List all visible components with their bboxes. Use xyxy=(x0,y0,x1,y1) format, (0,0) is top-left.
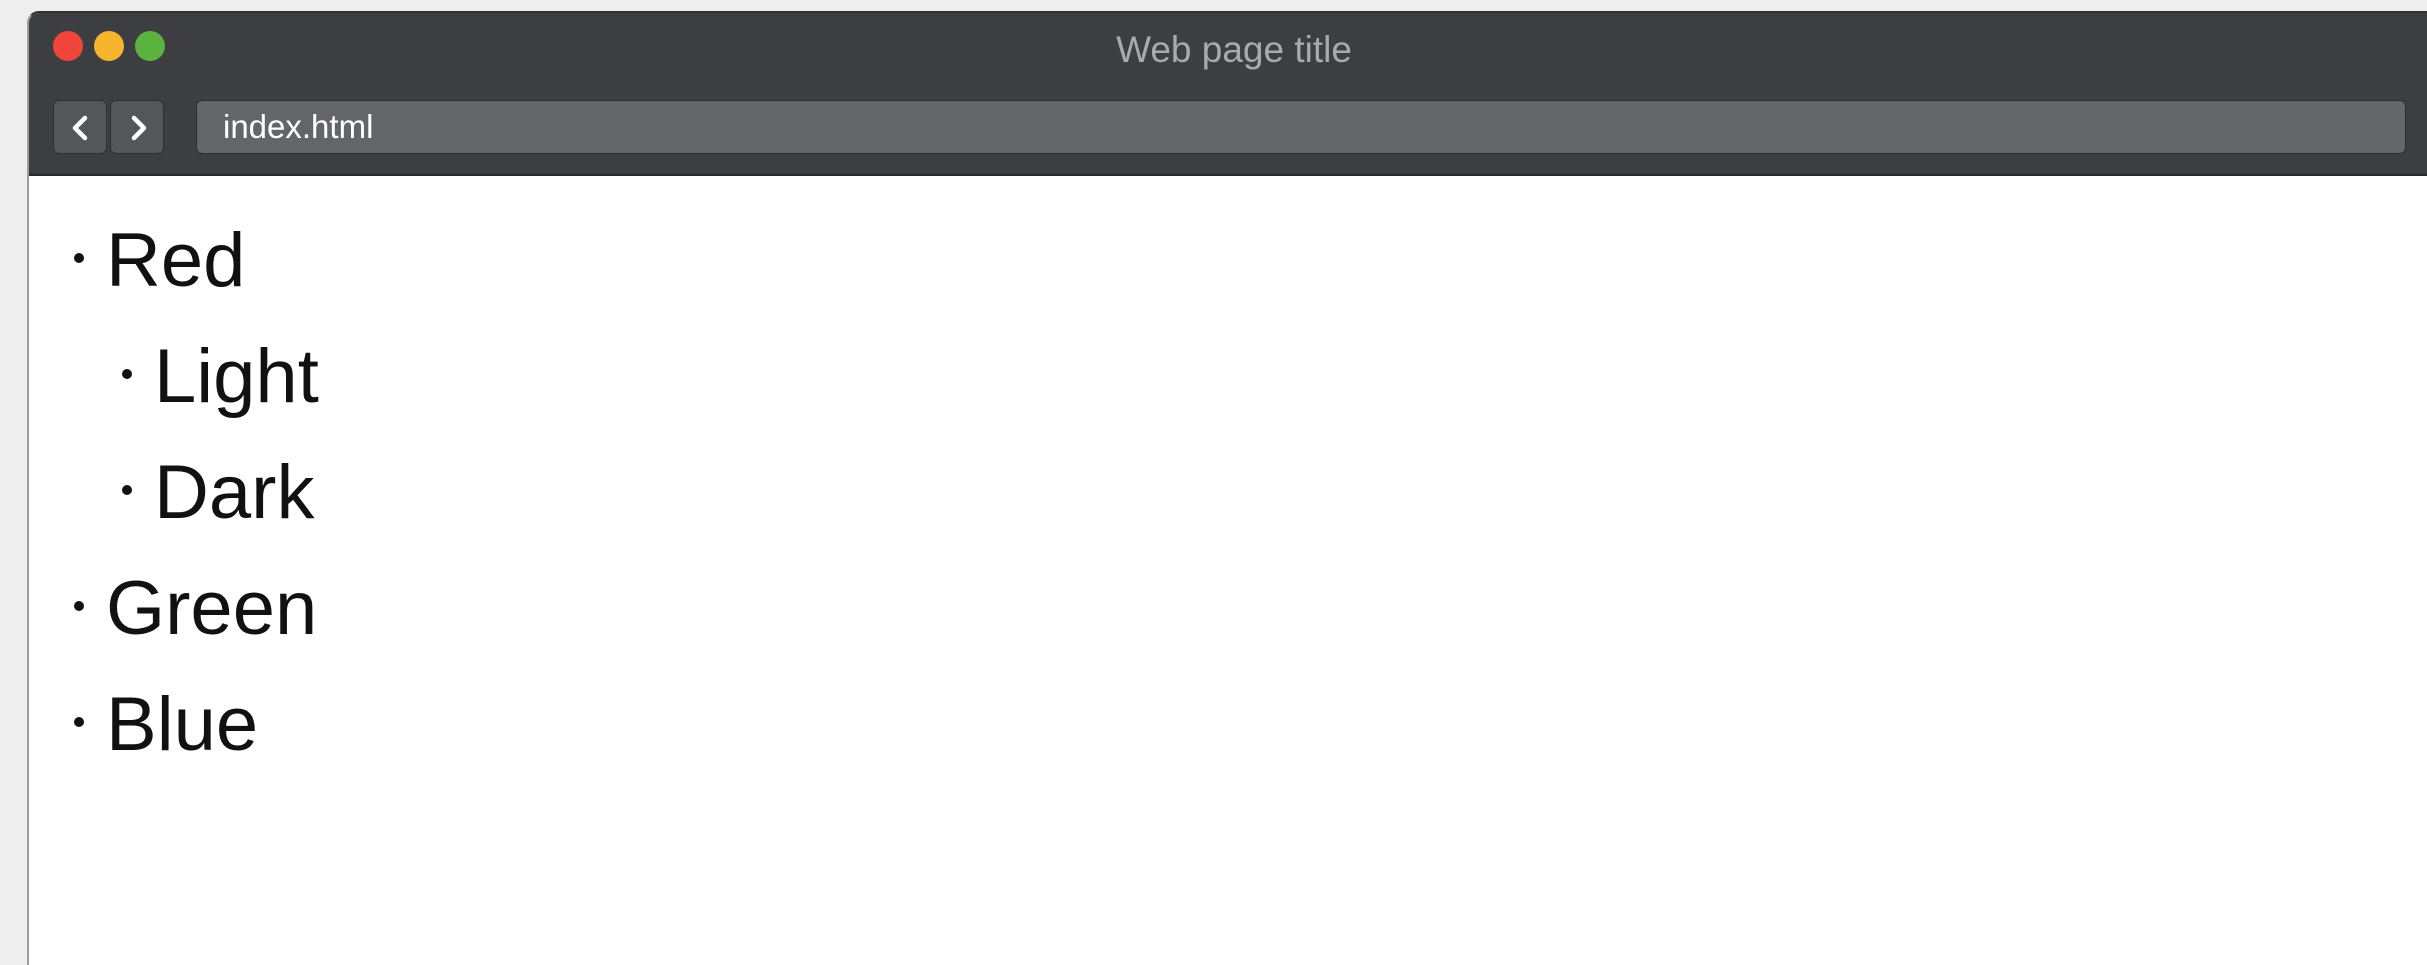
back-button[interactable] xyxy=(53,100,107,154)
window-title: Web page title xyxy=(1116,29,1352,70)
chevron-right-icon xyxy=(131,115,147,141)
bullet-icon xyxy=(122,368,132,379)
list-item-light: Light xyxy=(122,332,319,422)
chevron-left-icon xyxy=(72,115,88,141)
list-item-green: Green xyxy=(74,564,317,654)
list-item-label: Red xyxy=(106,218,246,303)
list-item-label: Green xyxy=(106,566,318,651)
bullet-icon xyxy=(122,484,132,495)
forward-button[interactable] xyxy=(110,100,164,154)
list-item-red: Red xyxy=(74,216,245,306)
list-item-blue: Blue xyxy=(74,680,258,770)
list-item-dark: Dark xyxy=(122,448,314,538)
bullet-icon xyxy=(74,716,84,727)
address-bar[interactable]: index.html xyxy=(196,100,2406,154)
bullet-icon xyxy=(74,252,84,263)
browser-window: Web page title index.html Red Light Dark… xyxy=(27,11,2427,965)
page-content: Red Light Dark Green Blue xyxy=(29,178,2427,965)
list-item-label: Blue xyxy=(106,682,259,767)
bullet-icon xyxy=(74,600,84,611)
list-item-label: Dark xyxy=(154,450,315,535)
browser-chrome: Web page title index.html xyxy=(29,13,2427,176)
list-item-label: Light xyxy=(154,334,319,419)
